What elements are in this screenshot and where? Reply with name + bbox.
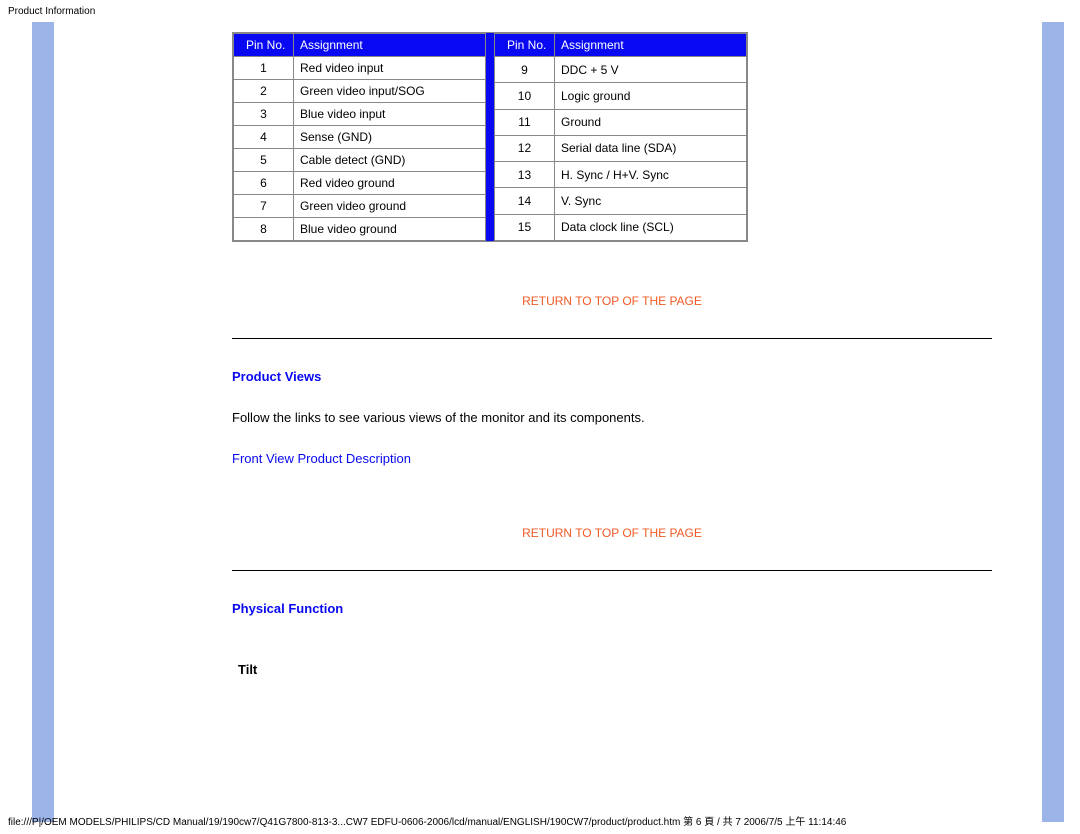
pin-cell: 12 [494, 135, 554, 161]
table-divider [486, 33, 494, 241]
assign-cell: Logic ground [554, 83, 746, 109]
pin-cell: 13 [494, 162, 554, 188]
pin-cell: 11 [494, 109, 554, 135]
table-row: 12Serial data line (SDA) [494, 135, 746, 161]
separator [232, 338, 992, 339]
assign-cell: Sense (GND) [294, 126, 486, 149]
assign-cell: DDC + 5 V [554, 57, 746, 83]
pin-cell: 3 [234, 103, 294, 126]
footer-path: file:///P|/OEM MODELS/PHILIPS/CD Manual/… [8, 813, 846, 828]
table-row: 6Red video ground [234, 172, 486, 195]
table-row: 10Logic ground [494, 83, 746, 109]
pin-cell: 9 [494, 57, 554, 83]
pin-cell: 14 [494, 188, 554, 214]
table-row: 14V. Sync [494, 188, 746, 214]
pin-cell: 1 [234, 57, 294, 80]
page-header-label: Product Information [8, 6, 95, 17]
front-view-link[interactable]: Front View Product Description [232, 451, 411, 466]
table-row: 15Data clock line (SCL) [494, 214, 746, 240]
table-row: 5Cable detect (GND) [234, 149, 486, 172]
pin-cell: 7 [234, 195, 294, 218]
assign-cell: Red video input [294, 57, 486, 80]
assign-cell: Blue video input [294, 103, 486, 126]
return-to-top-link[interactable]: RETURN TO TOP OF THE PAGE [232, 294, 992, 308]
pin-table-right: Pin No. Assignment 9DDC + 5 V 10Logic gr… [494, 33, 747, 241]
assign-cell: Serial data line (SDA) [554, 135, 746, 161]
col-pin: Pin No. [234, 34, 294, 57]
product-views-heading: Product Views [232, 369, 1012, 384]
table-row: 11Ground [494, 109, 746, 135]
pin-cell: 5 [234, 149, 294, 172]
table-row: 9DDC + 5 V [494, 57, 746, 83]
col-assign: Assignment [554, 34, 746, 57]
decorative-bar-left [32, 22, 54, 822]
physical-function-heading: Physical Function [232, 601, 1012, 616]
assign-cell: Ground [554, 109, 746, 135]
table-row: 7Green video ground [234, 195, 486, 218]
assign-cell: Red video ground [294, 172, 486, 195]
pin-cell: 6 [234, 172, 294, 195]
product-views-body: Follow the links to see various views of… [232, 410, 1012, 425]
table-row: 8Blue video ground [234, 218, 486, 241]
separator [232, 570, 992, 571]
table-row: 1Red video input [234, 57, 486, 80]
col-pin: Pin No. [494, 34, 554, 57]
return-to-top-link[interactable]: RETURN TO TOP OF THE PAGE [232, 526, 992, 540]
col-assign: Assignment [294, 34, 486, 57]
tilt-heading: Tilt [238, 662, 1012, 677]
assign-cell: Data clock line (SCL) [554, 214, 746, 240]
pin-cell: 2 [234, 80, 294, 103]
pin-cell: 4 [234, 126, 294, 149]
assign-cell: V. Sync [554, 188, 746, 214]
pin-table-left: Pin No. Assignment 1Red video input 2Gre… [233, 33, 486, 241]
pin-cell: 10 [494, 83, 554, 109]
table-row: 4Sense (GND) [234, 126, 486, 149]
pin-cell: 8 [234, 218, 294, 241]
assign-cell: Green video input/SOG [294, 80, 486, 103]
assign-cell: Green video ground [294, 195, 486, 218]
decorative-bar-right [1042, 22, 1064, 822]
table-row: 3Blue video input [234, 103, 486, 126]
assign-cell: Cable detect (GND) [294, 149, 486, 172]
pin-cell: 15 [494, 214, 554, 240]
table-row: 2Green video input/SOG [234, 80, 486, 103]
assign-cell: H. Sync / H+V. Sync [554, 162, 746, 188]
table-row: 13H. Sync / H+V. Sync [494, 162, 746, 188]
assign-cell: Blue video ground [294, 218, 486, 241]
pin-assignment-tables: Pin No. Assignment 1Red video input 2Gre… [232, 32, 748, 242]
